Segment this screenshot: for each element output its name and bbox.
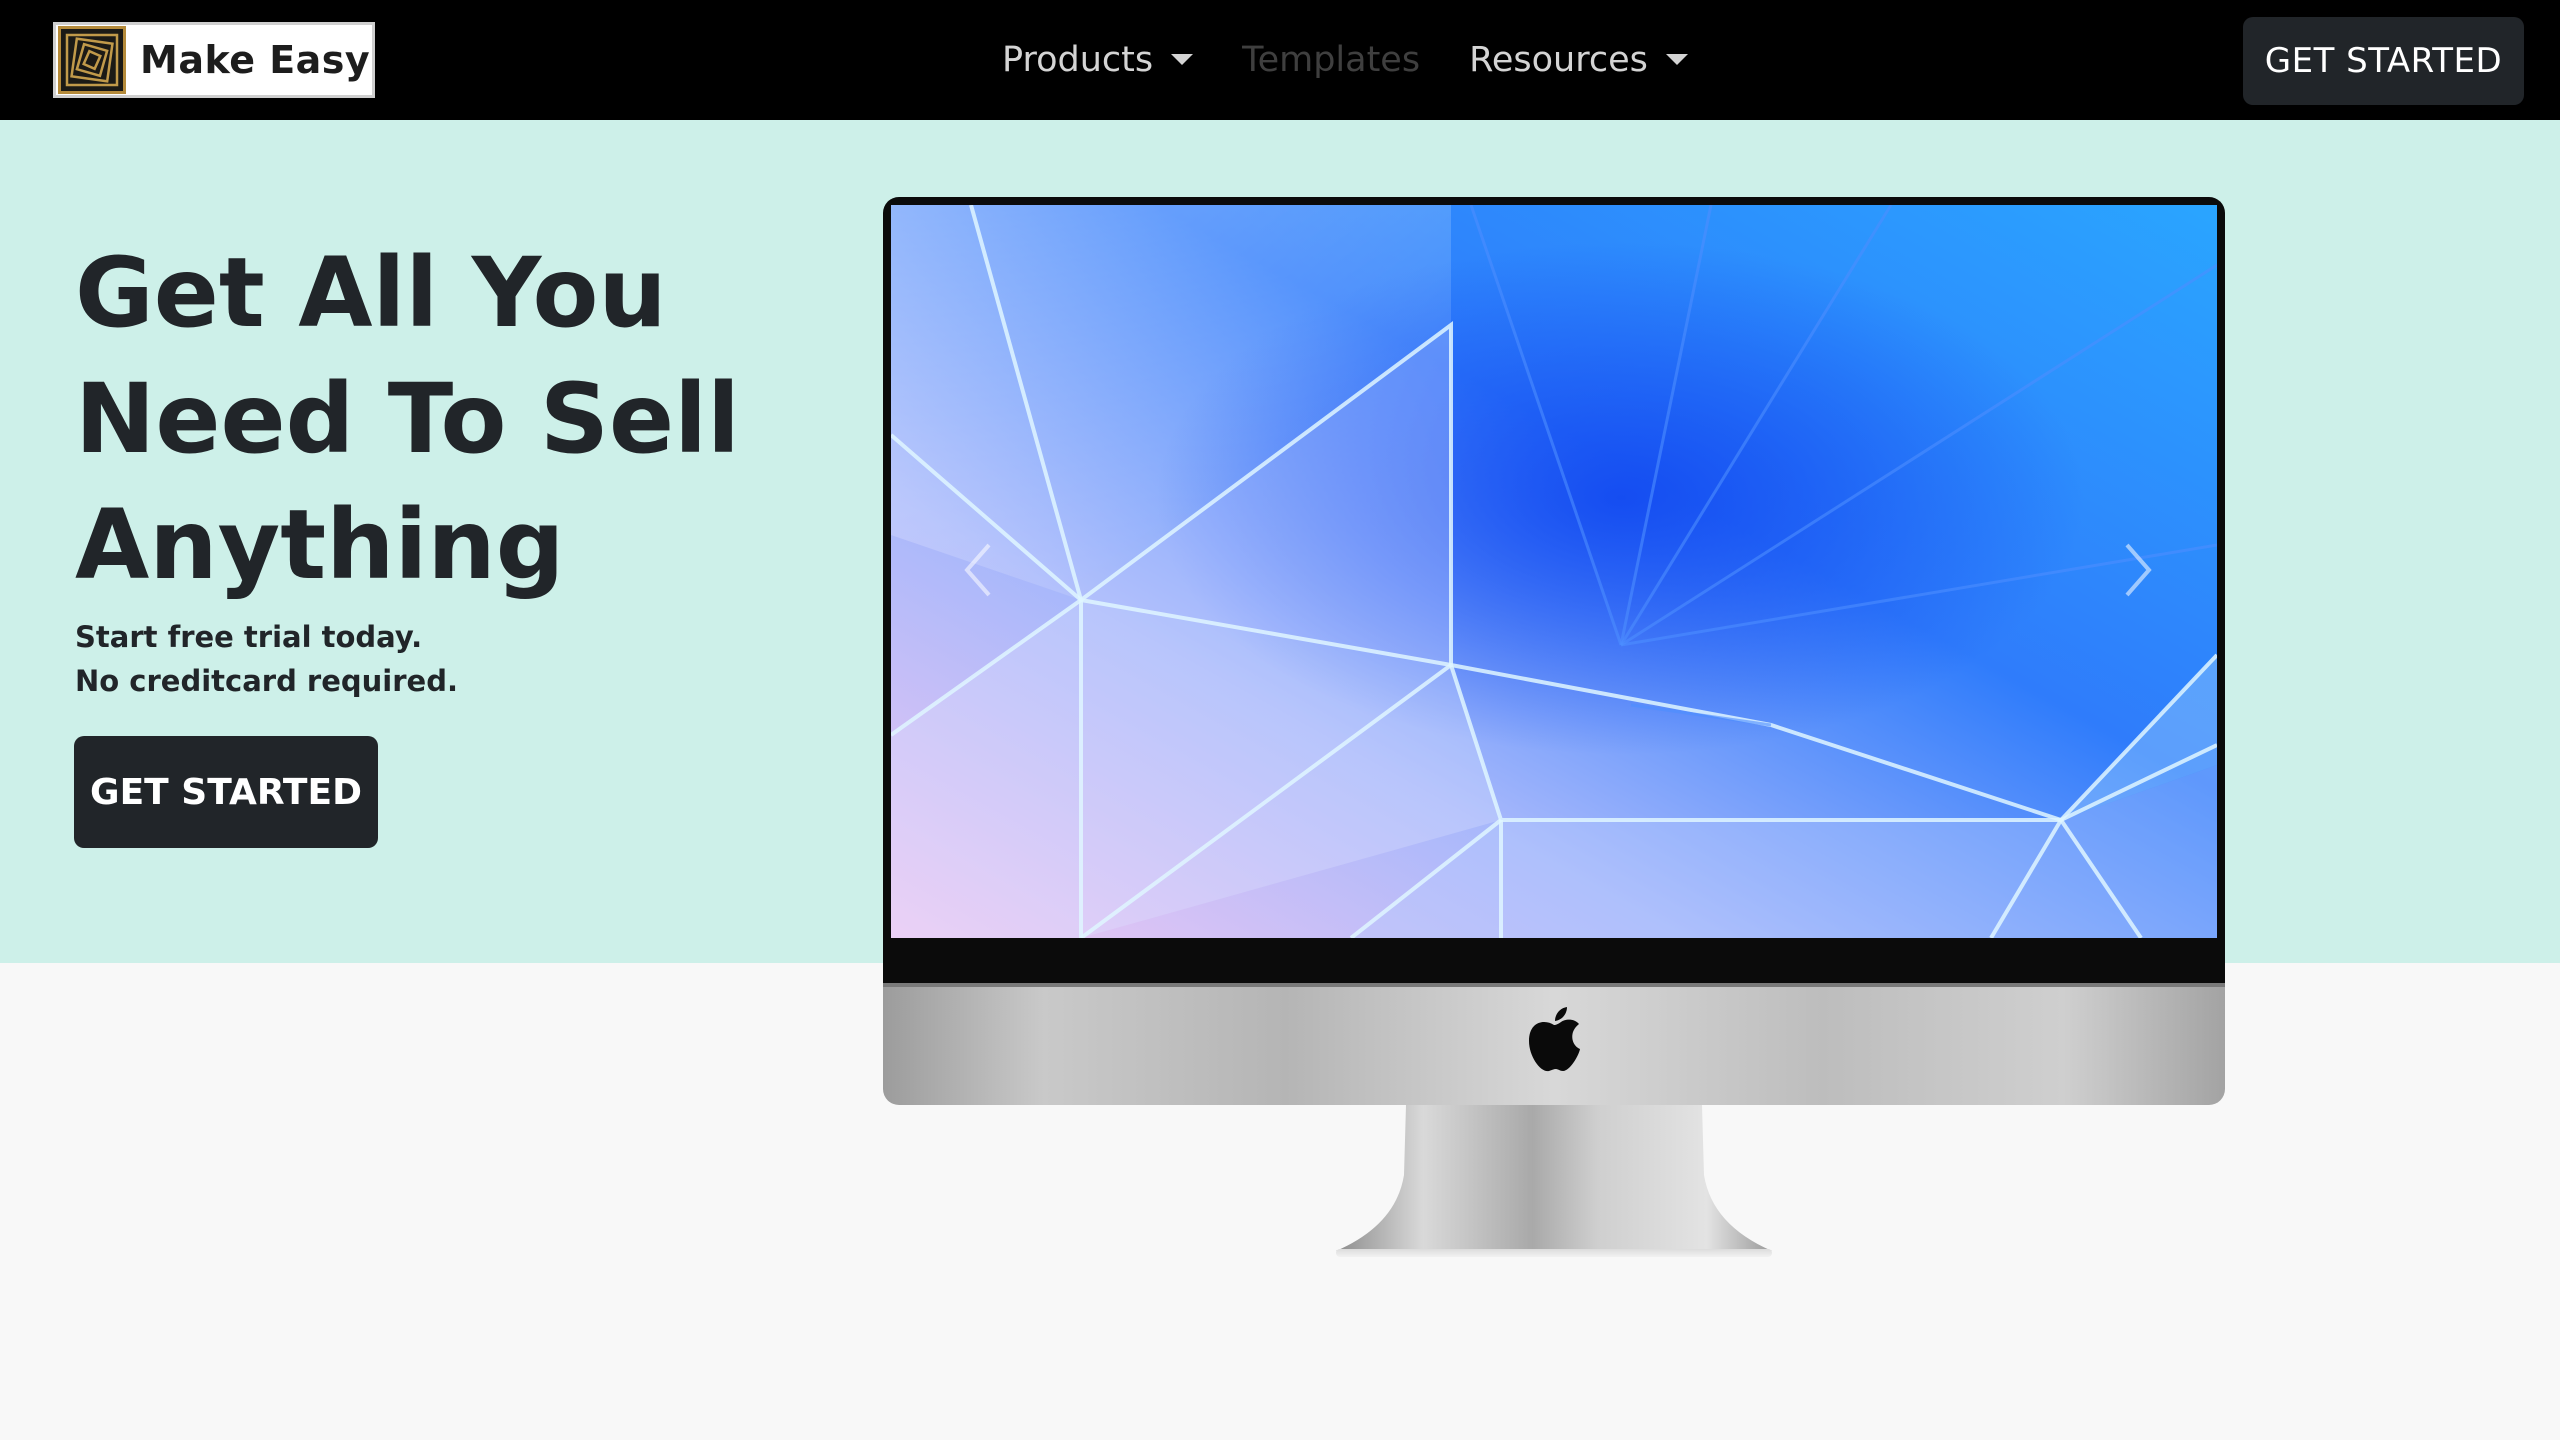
get-started-button[interactable]: GET STARTED <box>2243 17 2524 105</box>
navbar: Make Easy Products Templates Resources G… <box>0 0 2560 120</box>
monitor-mockup <box>883 197 2225 1105</box>
brand-link[interactable]: Make Easy <box>53 22 375 98</box>
caret-down-icon <box>1171 53 1194 65</box>
nav-item-label: Templates <box>1242 40 1421 80</box>
nav-item-label: Products <box>1002 40 1154 80</box>
apple-logo-icon <box>1529 1007 1580 1072</box>
hero-subtitle-line1: Start free trial today. <box>75 620 423 654</box>
hero-get-started-button[interactable]: GET STARTED <box>74 736 378 848</box>
nav-item-products[interactable]: Products <box>1002 40 1194 80</box>
hero-subtitle-line2: No creditcard required. <box>75 664 458 698</box>
brand-name: Make Easy <box>140 38 371 82</box>
carousel-prev-button[interactable] <box>959 535 999 605</box>
chevron-left-icon <box>964 543 991 597</box>
monitor-bezel <box>883 197 2225 983</box>
caret-down-icon <box>1665 53 1688 65</box>
chevron-right-icon <box>2125 543 2152 597</box>
nav-item-label: Resources <box>1469 40 1648 80</box>
carousel-slide-image <box>891 205 2217 938</box>
monitor-stand <box>1332 1105 1776 1261</box>
hero-title: Get All You Need To Sell Anything <box>75 237 740 601</box>
nav-links: Products Templates Resources <box>1002 30 1688 90</box>
spiral-logo-icon <box>58 26 126 94</box>
nav-item-resources[interactable]: Resources <box>1469 40 1688 80</box>
nav-item-templates[interactable]: Templates <box>1242 40 1420 80</box>
carousel-next-button[interactable] <box>2117 535 2157 605</box>
monitor-chin <box>883 983 2225 1105</box>
